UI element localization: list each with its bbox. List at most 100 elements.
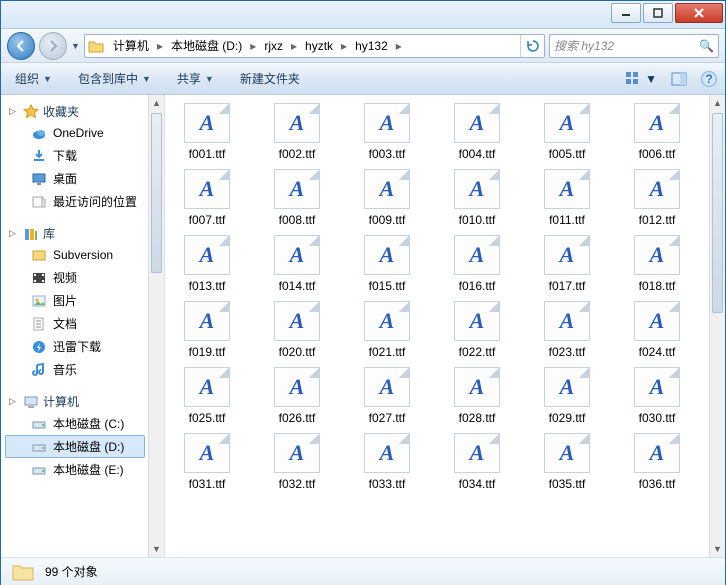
file-name: f013.ttf <box>189 279 226 293</box>
share-button[interactable]: 共享▼ <box>171 67 220 90</box>
address-bar[interactable]: 计算机▸本地磁盘 (D:)▸rjxz▸hyztk▸hy132▸ <box>84 34 545 58</box>
file-item[interactable]: Af024.ttf <box>627 301 687 359</box>
file-name: f003.ttf <box>369 147 406 161</box>
tree-item[interactable]: 音乐 <box>5 358 145 381</box>
comp-icon <box>23 394 39 410</box>
tree-item[interactable]: 本地磁盘 (C:) <box>5 412 145 435</box>
file-item[interactable]: Af023.ttf <box>537 301 597 359</box>
file-item[interactable]: Af019.ttf <box>177 301 237 359</box>
refresh-button[interactable] <box>520 35 544 57</box>
file-item[interactable]: Af005.ttf <box>537 103 597 161</box>
help-button[interactable]: ? <box>701 71 717 87</box>
font-file-icon: A <box>274 301 320 341</box>
maximize-button[interactable] <box>643 3 673 23</box>
close-button[interactable] <box>675 3 723 23</box>
file-item[interactable]: Af009.ttf <box>357 169 417 227</box>
tree-item[interactable]: 图片 <box>5 289 145 312</box>
breadcrumb-segment[interactable]: 计算机 <box>107 35 155 57</box>
file-item[interactable]: Af018.ttf <box>627 235 687 293</box>
tree-item[interactable]: 下载 <box>5 144 145 167</box>
file-item[interactable]: Af030.ttf <box>627 367 687 425</box>
nav-history-dropdown-icon[interactable]: ▼ <box>71 41 80 51</box>
new-folder-button[interactable]: 新建文件夹 <box>234 67 306 90</box>
file-item[interactable]: Af025.ttf <box>177 367 237 425</box>
tree-group-header[interactable]: ▷收藏夹 <box>5 101 145 122</box>
tree-item[interactable]: OneDrive <box>5 122 145 144</box>
file-item[interactable]: Af031.ttf <box>177 433 237 491</box>
pic-icon <box>31 293 47 309</box>
file-item[interactable]: Af036.ttf <box>627 433 687 491</box>
tree-item[interactable]: 本地磁盘 (D:) <box>5 435 145 458</box>
file-name: f007.ttf <box>189 213 226 227</box>
font-file-icon: A <box>274 235 320 275</box>
file-name: f023.ttf <box>549 345 586 359</box>
file-item[interactable]: Af014.ttf <box>267 235 327 293</box>
nav-back-button[interactable] <box>7 32 35 60</box>
folder-icon <box>85 39 107 53</box>
file-item[interactable]: Af003.ttf <box>357 103 417 161</box>
onedrive-icon <box>31 125 47 141</box>
file-name: f032.ttf <box>279 477 316 491</box>
file-item[interactable]: Af012.ttf <box>627 169 687 227</box>
file-item[interactable]: Af001.ttf <box>177 103 237 161</box>
file-item[interactable]: Af027.ttf <box>357 367 417 425</box>
desktop-icon <box>31 171 47 187</box>
file-item[interactable]: Af035.ttf <box>537 433 597 491</box>
organize-button[interactable]: 组织▼ <box>9 67 58 90</box>
tree-group-header[interactable]: ▷库 <box>5 223 145 244</box>
sidebar-scrollbar[interactable]: ▲▼ <box>148 95 164 557</box>
breadcrumb-segment[interactable]: 本地磁盘 (D:) <box>165 35 248 57</box>
file-name: f025.ttf <box>189 411 226 425</box>
expand-icon: ▷ <box>9 106 19 117</box>
file-name: f015.ttf <box>369 279 406 293</box>
font-file-icon: A <box>634 433 680 473</box>
file-item[interactable]: Af016.ttf <box>447 235 507 293</box>
include-in-library-button[interactable]: 包含到库中▼ <box>72 67 157 90</box>
tree-item[interactable]: 视频 <box>5 266 145 289</box>
file-item[interactable]: Af022.ttf <box>447 301 507 359</box>
nav-forward-button[interactable] <box>39 32 67 60</box>
search-input[interactable]: 搜索 hy132 🔍 <box>549 34 719 58</box>
file-item[interactable]: Af017.ttf <box>537 235 597 293</box>
content-scrollbar[interactable]: ▲▼ <box>709 95 725 557</box>
file-item[interactable]: Af021.ttf <box>357 301 417 359</box>
file-item[interactable]: Af011.ttf <box>537 169 597 227</box>
view-options-button[interactable]: ▼ <box>625 71 657 87</box>
file-item[interactable]: Af004.ttf <box>447 103 507 161</box>
tree-group-header[interactable]: ▷计算机 <box>5 391 145 412</box>
recent-icon <box>31 194 47 210</box>
tree-item[interactable]: 迅雷下载 <box>5 335 145 358</box>
tree-item[interactable]: 文档 <box>5 312 145 335</box>
font-file-icon: A <box>454 433 500 473</box>
font-file-icon: A <box>364 235 410 275</box>
file-item[interactable]: Af034.ttf <box>447 433 507 491</box>
file-item[interactable]: Af033.ttf <box>357 433 417 491</box>
file-item[interactable]: Af013.ttf <box>177 235 237 293</box>
file-item[interactable]: Af020.ttf <box>267 301 327 359</box>
font-file-icon: A <box>364 433 410 473</box>
file-item[interactable]: Af010.ttf <box>447 169 507 227</box>
file-item[interactable]: Af028.ttf <box>447 367 507 425</box>
tree-item[interactable]: 本地磁盘 (E:) <box>5 458 145 481</box>
drive-icon <box>31 439 47 455</box>
tree-item[interactable]: Subversion <box>5 244 145 266</box>
font-file-icon: A <box>184 301 230 341</box>
font-file-icon: A <box>454 301 500 341</box>
file-item[interactable]: Af002.ttf <box>267 103 327 161</box>
file-item[interactable]: Af015.ttf <box>357 235 417 293</box>
preview-pane-button[interactable] <box>671 72 687 86</box>
file-item[interactable]: Af029.ttf <box>537 367 597 425</box>
file-item[interactable]: Af026.ttf <box>267 367 327 425</box>
tree-item[interactable]: 桌面 <box>5 167 145 190</box>
folder-icon <box>11 562 35 582</box>
breadcrumb-segment[interactable]: hyztk <box>299 35 339 57</box>
file-item[interactable]: Af008.ttf <box>267 169 327 227</box>
file-item[interactable]: Af006.ttf <box>627 103 687 161</box>
breadcrumb-segment[interactable]: hy132 <box>349 35 394 57</box>
music-icon <box>31 362 47 378</box>
minimize-button[interactable] <box>611 3 641 23</box>
breadcrumb-segment[interactable]: rjxz <box>258 35 289 57</box>
file-item[interactable]: Af032.ttf <box>267 433 327 491</box>
tree-item[interactable]: 最近访问的位置 <box>5 190 145 213</box>
file-item[interactable]: Af007.ttf <box>177 169 237 227</box>
